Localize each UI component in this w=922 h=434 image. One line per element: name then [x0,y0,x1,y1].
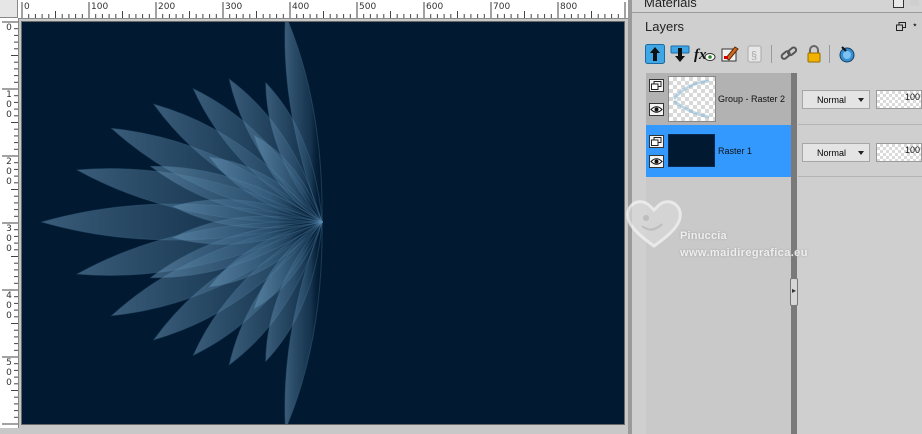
layer-thumbnail [668,76,716,122]
toolbar-separator [771,45,772,63]
ruler-label: 0 [6,177,12,187]
edit-selection-icon[interactable] [719,43,741,65]
chevron-down-icon [858,151,864,155]
layer-row-group-raster-2[interactable]: Group - Raster 2 [646,73,791,125]
ruler-label: 4 [6,291,12,301]
link-icon[interactable] [778,43,800,65]
materials-float-icon[interactable] [893,0,904,8]
chevron-down-icon [858,98,864,102]
horizontal-ruler: 0 100 200 300 400 500 600 700 800 [18,0,628,19]
svg-text:fx: fx [694,47,707,63]
ruler-label: 100 [91,2,109,12]
layers-title: Layers [645,19,685,34]
ruler-label: 0 [6,23,12,33]
ruler-label: 200 [158,2,176,12]
ruler-corner [0,0,18,18]
ruler-label: 0 [6,368,12,378]
opacity-field[interactable]: 100 [876,90,922,109]
ruler-label: 600 [426,2,444,12]
vertical-ruler: 0100200300400500 [0,18,19,428]
materials-title: Materials [644,0,697,10]
layer-properties-row: Normal 100 [798,73,922,125]
ruler-label: 300 [225,2,243,12]
protect-transparency-icon[interactable]: § [744,43,766,65]
row-divider [798,176,922,177]
layer-effects-icon[interactable]: fx [694,43,716,65]
layer-styles-icon[interactable] [836,43,858,65]
visibility-eye-icon[interactable] [649,155,664,168]
blend-mode-dropdown[interactable]: Normal [802,90,870,109]
blend-mode-value: Normal [817,148,847,158]
materials-pin-icon[interactable] [910,0,919,6]
ruler-label: 0 [6,100,12,110]
opacity-field[interactable]: 100 [876,143,922,162]
ruler-label: 400 [292,2,310,12]
flower-petals [40,22,324,424]
layer-row-raster-1[interactable]: Raster 1 [646,125,791,177]
canvas-bottom-edge [18,428,628,434]
ruler-label: 3 [6,224,12,234]
layer-name: Group - Raster 2 [718,94,786,104]
ruler-label: 0 [6,110,12,120]
lock-icon[interactable] [803,43,825,65]
ruler-label: 0 [24,2,30,12]
ruler-label: 0 [6,244,12,254]
layer-thumbnail [668,134,715,167]
ruler-label: 500 [359,2,377,12]
watermark-name: Pinuccia [680,230,727,242]
watermark-url: www.maidiregrafica.eu [680,247,808,259]
pin-icon[interactable]: ⋆ [912,21,918,31]
flower-artwork [40,22,624,424]
ruler-label: 2 [6,157,12,167]
blend-mode-value: Normal [817,95,847,105]
ruler-label: 0 [6,234,12,244]
materials-panel-header: Materials [632,0,922,13]
toolbar-separator [829,45,830,63]
blend-mode-dropdown[interactable]: Normal [802,143,870,162]
visibility-eye-icon[interactable] [649,103,664,116]
canvas-panel: 0 100 200 300 400 500 600 700 800 01002003004005… [0,0,628,434]
ruler-label: 5 [6,358,12,368]
ruler-label: 800 [560,2,578,12]
layer-type-icon[interactable] [649,135,664,148]
ruler-label: 1 [6,90,12,100]
opacity-value: 100 [904,92,920,102]
move-layer-down-icon[interactable] [669,43,691,65]
ruler-label: 0 [6,378,12,388]
layer-group-toggle-icon[interactable] [649,79,664,92]
canvas-empty-half [323,22,624,424]
layer-properties-row: Normal 100 [798,125,922,177]
ruler-label: 0 [6,311,12,321]
image-canvas[interactable] [22,22,624,424]
opacity-value: 100 [904,145,920,155]
heart-logo-icon [626,200,682,248]
ruler-label: 0 [6,167,12,177]
watermark: Pinuccia www.maidiregrafica.eu [624,196,854,276]
splitter-handle[interactable]: ▸ [790,278,798,306]
svg-text:§: § [751,50,757,62]
move-layer-up-icon[interactable] [644,43,666,65]
layer-name: Raster 1 [718,146,753,156]
float-panel-icon[interactable] [896,22,906,31]
layers-toolbar: fx § [644,43,904,67]
horizontal-ruler-ticks [21,2,626,18]
ruler-label: 700 [493,2,511,12]
ruler-label: 0 [6,301,12,311]
